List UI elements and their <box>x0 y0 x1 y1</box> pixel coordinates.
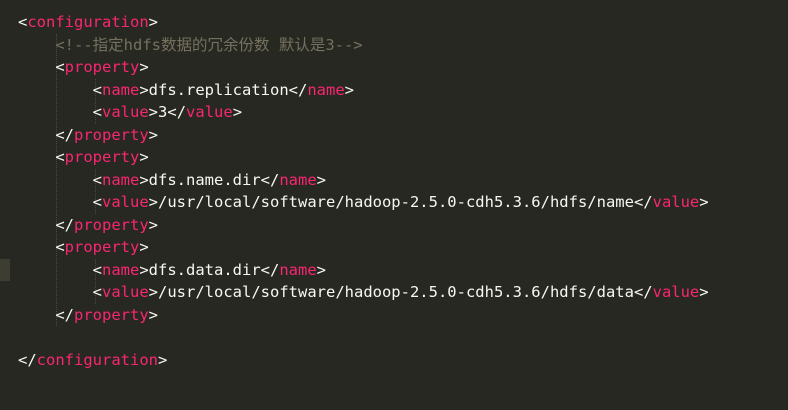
element-value: dfs.replication <box>148 80 289 99</box>
tag-bracket: > <box>148 305 158 324</box>
tag-name: name <box>102 80 140 99</box>
tag-name: value <box>102 103 149 121</box>
code-line: <property> <box>18 56 709 79</box>
tag-bracket: </ <box>18 350 37 369</box>
current-line-marker <box>0 259 10 281</box>
code-line: <configuration> <box>18 11 709 34</box>
tag-bracket: > <box>148 125 158 144</box>
tag-bracket: < <box>92 80 102 99</box>
tag-bracket: > <box>139 80 149 99</box>
code-editor[interactable]: <configuration> <!--指定hdfs数据的冗余份数 默认是3--… <box>0 0 788 410</box>
tag-bracket: > <box>148 283 159 301</box>
tag-bracket: </ <box>55 125 74 144</box>
tag-bracket: > <box>158 350 168 369</box>
tag-name: property <box>64 58 140 76</box>
tag-name: value <box>102 193 149 211</box>
element-value: /usr/local/software/hadoop-2.5.0-cdh5.3.… <box>158 283 634 301</box>
code-line: <property> <box>18 146 709 169</box>
code-line: </property> <box>18 214 709 237</box>
code-line: </configuration> <box>18 349 709 372</box>
tag-bracket: < <box>92 260 102 279</box>
code-line: </property> <box>18 124 709 147</box>
tag-name: configuration <box>36 350 158 369</box>
code-lines: <configuration> <!--指定hdfs数据的冗余份数 默认是3--… <box>18 11 709 371</box>
tag-name: property <box>74 215 149 234</box>
tag-name: name <box>307 80 345 99</box>
code-line: <name>dfs.name.dir</name> <box>18 169 709 192</box>
tag-bracket: </ <box>288 80 308 99</box>
tag-name: name <box>279 260 317 279</box>
tag-bracket: </ <box>260 170 280 189</box>
tag-bracket: > <box>139 238 149 256</box>
code-line: <property> <box>18 236 709 259</box>
tag-name: value <box>652 193 700 211</box>
code-line: </property> <box>18 304 709 327</box>
tag-name: property <box>74 305 149 324</box>
tag-name: value <box>652 283 700 301</box>
tag-name: property <box>64 148 140 166</box>
code-line: <!--指定hdfs数据的冗余份数 默认是3--> <box>18 34 709 57</box>
tag-name: property <box>74 125 149 144</box>
tag-bracket: > <box>316 170 326 189</box>
tag-bracket: </ <box>633 283 653 301</box>
tag-bracket: < <box>18 13 28 31</box>
tag-bracket: < <box>55 148 65 166</box>
tag-bracket: > <box>232 103 243 121</box>
xml-comment: <!--指定hdfs数据的冗余份数 默认是3--> <box>55 35 363 54</box>
tag-bracket: > <box>139 260 149 279</box>
tag-name: name <box>102 260 140 279</box>
tag-name: name <box>102 170 140 189</box>
tag-bracket: </ <box>55 305 74 324</box>
code-line: <name>dfs.data.dir</name> <box>18 259 709 282</box>
code-line: <value>/usr/local/software/hadoop-2.5.0-… <box>18 281 709 304</box>
tag-bracket: < <box>55 58 65 76</box>
tag-bracket: > <box>344 80 354 99</box>
tag-bracket: > <box>139 58 149 76</box>
tag-name: property <box>64 238 140 256</box>
tag-bracket: </ <box>633 193 653 211</box>
tag-bracket: > <box>148 13 159 31</box>
tag-name: name <box>279 170 317 189</box>
tag-bracket: < <box>92 170 102 189</box>
tag-bracket: </ <box>260 260 280 279</box>
tag-bracket: > <box>699 283 709 301</box>
tag-bracket: < <box>55 238 65 256</box>
element-value: dfs.data.dir <box>148 260 261 279</box>
element-value: dfs.name.dir <box>148 170 261 189</box>
tag-name: value <box>186 103 233 121</box>
tag-name: configuration <box>27 13 149 31</box>
tag-bracket: > <box>148 193 159 211</box>
code-line: <value>3</value> <box>18 101 709 124</box>
tag-bracket: > <box>139 170 149 189</box>
tag-bracket: > <box>139 148 149 166</box>
tag-bracket: < <box>92 103 102 121</box>
tag-bracket: > <box>148 103 159 121</box>
tag-bracket: < <box>92 193 102 211</box>
code-line: <value>/usr/local/software/hadoop-2.5.0-… <box>18 191 709 214</box>
tag-bracket: </ <box>167 103 187 121</box>
tag-bracket: > <box>699 193 709 211</box>
tag-bracket: </ <box>55 215 74 234</box>
tag-bracket: > <box>148 215 158 234</box>
code-line: <name>dfs.replication</name> <box>18 79 709 102</box>
tag-name: value <box>102 283 149 301</box>
element-value: 3 <box>158 103 168 121</box>
tag-bracket: < <box>92 283 102 301</box>
element-value: /usr/local/software/hadoop-2.5.0-cdh5.3.… <box>158 193 634 211</box>
tag-bracket: > <box>316 260 326 279</box>
